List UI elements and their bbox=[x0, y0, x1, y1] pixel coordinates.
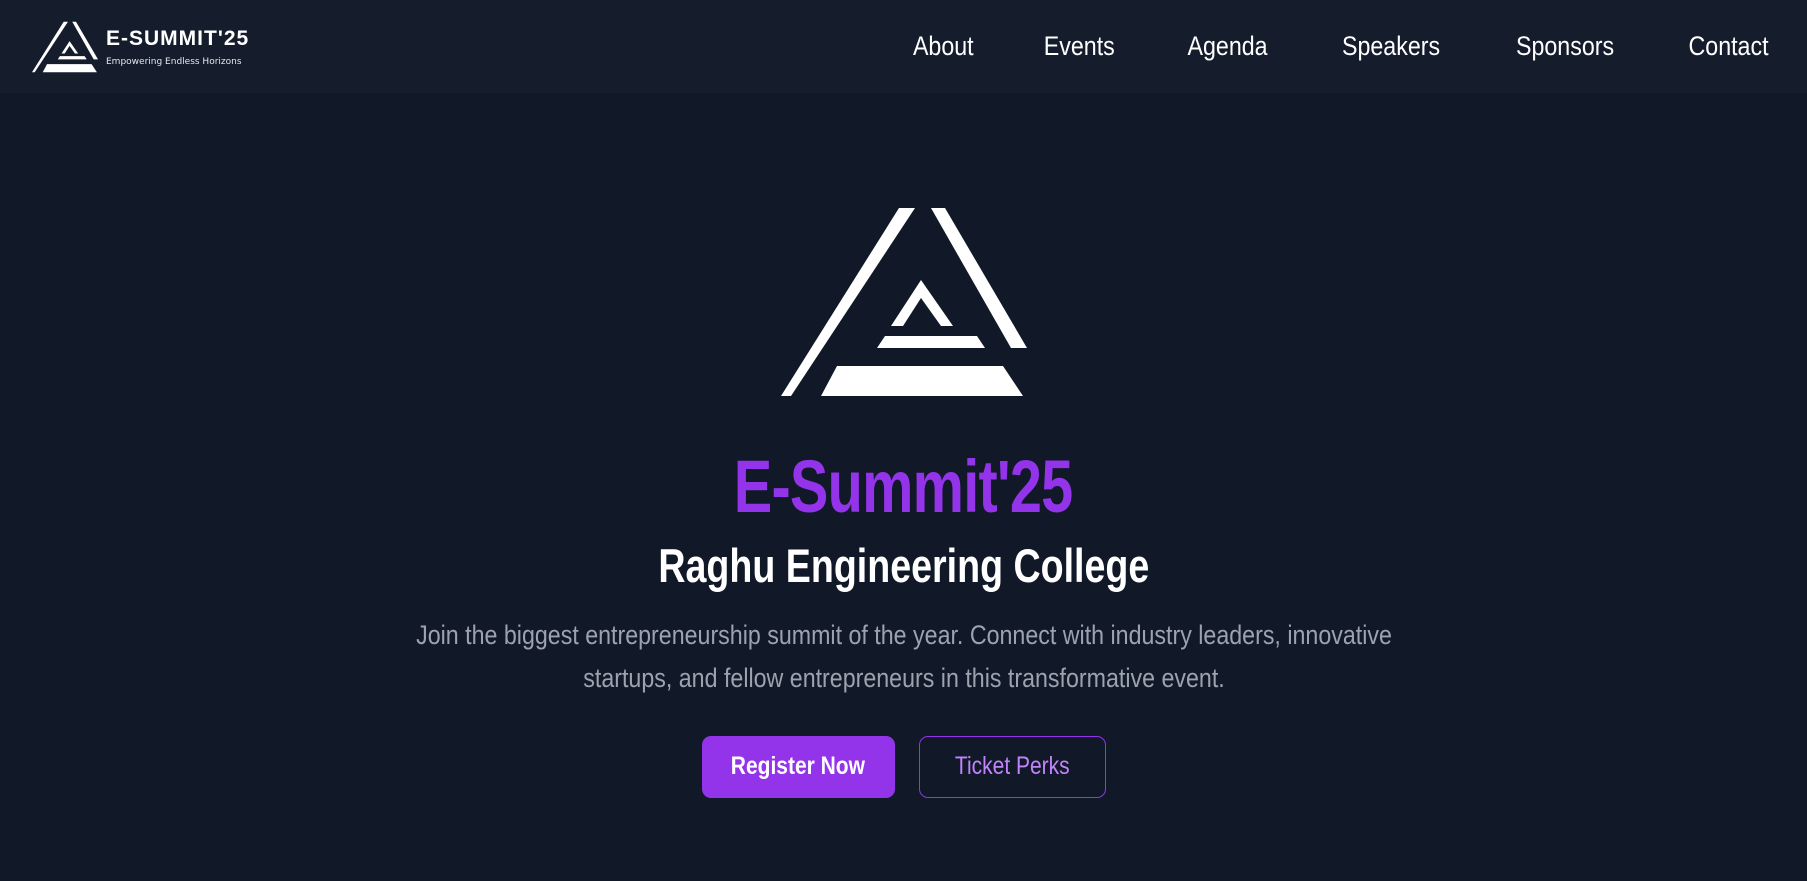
hero-description: Join the biggest entrepreneurship summit… bbox=[413, 614, 1393, 700]
brand-tagline: Empowering Endless Horizons bbox=[106, 56, 242, 67]
cta-row: Register Now Ticket Perks bbox=[701, 735, 1106, 798]
hero-description-line1: Join the biggest entrepreneurship summit… bbox=[415, 619, 1392, 650]
brand-title: E-SUMMIT'25 bbox=[106, 26, 250, 50]
hero-description-line2: startups, and fellow entrepreneurs in th… bbox=[582, 662, 1225, 693]
nav-link-events[interactable]: Events bbox=[1044, 31, 1115, 62]
triangle-logo-icon bbox=[32, 21, 98, 72]
ticket-perks-label: Ticket Perks bbox=[954, 752, 1070, 781]
hero-subtitle: Raghu Engineering College bbox=[658, 539, 1149, 592]
register-now-label: Register Now bbox=[730, 752, 866, 781]
brand[interactable]: E-SUMMIT'25 Empowering Endless Horizons bbox=[32, 21, 249, 73]
navbar: E-SUMMIT'25 Empowering Endless Horizons … bbox=[0, 0, 1807, 93]
hero-title: E-Summit'25 bbox=[734, 445, 1074, 528]
ticket-perks-button[interactable]: Ticket Perks bbox=[918, 735, 1106, 798]
triangle-logo-icon bbox=[780, 208, 1027, 396]
nav-link-speakers[interactable]: Speakers bbox=[1342, 31, 1440, 62]
nav-links: About Events Agenda Speakers Sponsors Co… bbox=[908, 31, 1775, 62]
nav-link-agenda[interactable]: Agenda bbox=[1187, 31, 1267, 62]
nav-link-about[interactable]: About bbox=[913, 31, 974, 62]
nav-link-contact[interactable]: Contact bbox=[1688, 31, 1768, 62]
nav-link-sponsors[interactable]: Sponsors bbox=[1516, 31, 1614, 62]
hero-section: E-Summit'25 Raghu Engineering College Jo… bbox=[0, 93, 1807, 881]
register-now-button[interactable]: Register Now bbox=[701, 735, 895, 798]
